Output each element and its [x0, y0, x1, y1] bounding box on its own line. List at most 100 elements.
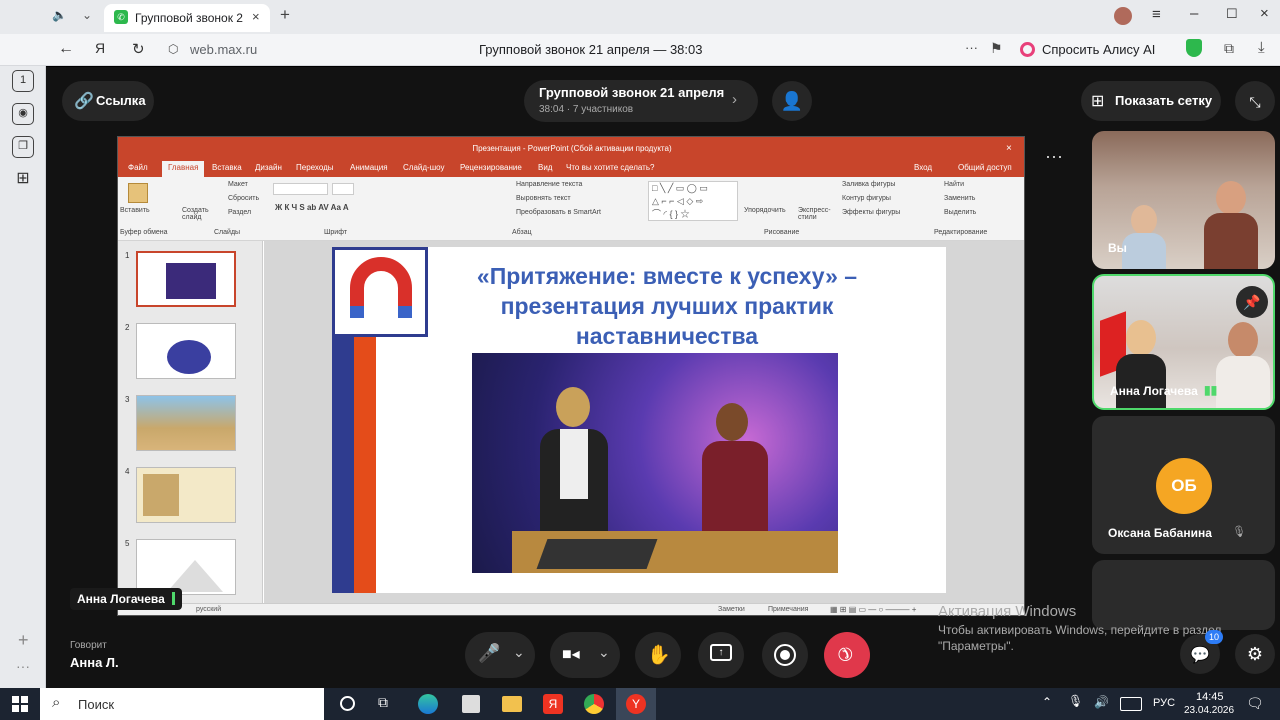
clock-date[interactable]: 23.04.2026 — [1184, 705, 1234, 716]
keyboard-icon[interactable] — [1120, 697, 1142, 711]
mic-control[interactable]: 🎤 ⌄ — [465, 632, 535, 678]
folder-icon[interactable] — [502, 696, 522, 712]
new-tab-icon[interactable]: + — [280, 5, 290, 25]
edge-icon[interactable] — [418, 694, 438, 714]
ppt-ribbon: Вставить Создать слайд Макет Сбросить Ра… — [118, 177, 1024, 241]
protect-icon[interactable] — [1186, 39, 1202, 57]
taskbar-search[interactable]: ⌕ Поиск — [40, 688, 324, 720]
yandex-browser-taskbar-button[interactable]: Y — [616, 688, 656, 720]
ppt-statusbar: русский Заметки Примечания ▦ ⊞ ▤ ▭ — ○ —… — [118, 603, 1024, 615]
group-paragraph: Абзац — [512, 229, 532, 236]
mic-muted-icon: 🎙 — [1232, 526, 1246, 538]
active-tab[interactable]: ✆ Групповой звонок 2 × — [104, 4, 270, 32]
show-grid-button[interactable]: ⊞ Показать сетку — [1081, 81, 1221, 121]
menu-icon[interactable]: ≡ — [1152, 6, 1161, 23]
link-label: Ссылка — [96, 93, 146, 108]
windows-start-icon[interactable] — [12, 696, 28, 712]
call-subtitle: 38:04 · 7 участников — [539, 104, 634, 115]
raise-hand-button[interactable]: ✋ — [635, 632, 681, 678]
create-slide-label: Создать слайд — [182, 207, 209, 221]
speaking-label: Говорит — [70, 640, 107, 651]
collapse-icon: ⤡ — [1249, 94, 1261, 110]
hand-icon: ✋ — [647, 645, 671, 666]
user-avatar-icon[interactable] — [1114, 7, 1132, 25]
slide-editor: «Притяжение: вместе к успеху» – презента… — [264, 241, 1024, 603]
view-icons: ▦ ⊞ ▤ ▭ — ○ ——— + — [830, 605, 917, 614]
clock-time[interactable]: 14:45 — [1196, 691, 1224, 703]
effects-label: Эффекты фигуры — [842, 209, 901, 216]
bookmark-icon[interactable]: ⚑ — [990, 40, 1003, 57]
slide-thumb-2 — [136, 323, 236, 379]
copy-icon[interactable]: ❐ — [12, 136, 34, 158]
sound-tab-icon[interactable]: 🔈 — [52, 8, 67, 22]
current-slide: «Притяжение: вместе к успеху» – презента… — [332, 247, 946, 593]
magnet-icon — [350, 257, 412, 318]
ppt-menu: Файл Главная Вставка Дизайн Переходы Ани… — [118, 161, 1024, 177]
ppt-login: Вход — [914, 163, 933, 172]
video-person — [1204, 181, 1258, 269]
paste-label: Вставить — [120, 207, 150, 214]
add-participant-button[interactable]: 👤 — [772, 81, 812, 121]
yandex-app-icon[interactable]: Я — [543, 694, 563, 714]
ppt-menu-insert: Вставка — [212, 163, 242, 172]
record-dot-icon — [780, 650, 790, 660]
link-button[interactable]: 🔗 Ссылка — [62, 81, 154, 121]
chevron-down-icon[interactable]: ⌄ — [513, 644, 525, 661]
record-button[interactable] — [762, 632, 808, 678]
maximize-icon[interactable]: ☐ — [1226, 6, 1238, 22]
volume-icon[interactable]: 🔊 — [1094, 695, 1109, 709]
apps-icon[interactable]: ⊞ — [12, 169, 34, 191]
replace-label: Заменить — [944, 195, 976, 202]
camera-control[interactable]: ■◂ ⌄ — [550, 632, 620, 678]
yandex-icon[interactable]: Я — [95, 40, 105, 56]
ppt-menu-tellme: Что вы хотите сделать? — [566, 163, 655, 172]
participant-tile-self[interactable]: Вы — [1092, 131, 1275, 269]
screen-menu-icon[interactable]: ··· — [1045, 146, 1063, 167]
participant-name: Оксана Бабанина — [1108, 526, 1212, 540]
back-icon[interactable]: ← — [58, 40, 74, 58]
language-indicator[interactable]: РУС — [1153, 697, 1175, 709]
ppt-close-icon: × — [1006, 143, 1012, 154]
url-text[interactable]: web.max.ru — [190, 42, 257, 57]
tabs-dropdown-icon[interactable]: ⌄ — [82, 8, 92, 22]
chrome-icon[interactable] — [584, 694, 604, 714]
participant-name: Анна Логачева — [1110, 384, 1198, 398]
search-icon: ⌕ — [52, 694, 61, 711]
pin-icon: 📌 — [1243, 294, 1261, 310]
fullscreen-button[interactable]: ⤡ — [1235, 81, 1275, 121]
tab-title: Групповой звонок 2 — [135, 11, 243, 25]
notifications-icon[interactable]: 🗨 — [1246, 695, 1264, 712]
ask-alice-button[interactable]: Спросить Алису AI — [1016, 38, 1156, 62]
tab-close-icon[interactable]: × — [252, 9, 260, 24]
reload-icon[interactable]: ↻ — [132, 40, 145, 58]
phone-icon: ✆ — [114, 10, 128, 24]
screen-share-button[interactable]: ↑ — [698, 632, 744, 678]
end-call-button[interactable]: ✆ — [824, 632, 870, 678]
ppt-menu-animation: Анимация — [350, 163, 388, 172]
slide-left-stripe-blue — [332, 335, 354, 593]
more-options-icon[interactable]: ··· — [965, 40, 978, 55]
thumb-number: 1 — [125, 251, 130, 260]
add-panel-icon[interactable]: + — [18, 630, 29, 651]
extensions-icon[interactable]: ⧉ — [1224, 40, 1234, 57]
tray-chevron-icon[interactable]: ⌃ — [1042, 695, 1052, 709]
shield-icon[interactable]: ⬡ — [168, 42, 178, 56]
task-view-icon[interactable]: ⧉ — [378, 694, 388, 711]
tray-mic-icon[interactable]: 🎙 — [1068, 694, 1083, 708]
more-icon[interactable]: ··· — [16, 658, 30, 674]
alice-icon — [1020, 42, 1035, 57]
download-icon[interactable]: ⤓ — [1258, 39, 1265, 56]
store-icon[interactable] — [462, 695, 480, 713]
chevron-down-icon[interactable]: ⌄ — [598, 644, 610, 661]
minimize-icon[interactable]: – — [1190, 5, 1198, 22]
close-window-icon[interactable]: × — [1260, 5, 1269, 22]
tab-number-icon[interactable]: 1 — [12, 70, 34, 92]
camera-icon[interactable]: ◉ — [12, 103, 34, 125]
pin-button[interactable]: 📌 — [1236, 286, 1268, 318]
participant-tile-oksana[interactable]: ОБ Оксана Бабанина 🎙 — [1092, 416, 1275, 554]
settings-button[interactable]: ⚙ — [1235, 634, 1275, 674]
call-info[interactable]: Групповой звонок 21 апреля 38:04 · 7 уча… — [524, 80, 758, 122]
cortana-icon[interactable] — [340, 696, 355, 711]
participant-tile-anna[interactable]: 📌 Анна Логачева ▮▮ — [1092, 274, 1275, 410]
slide-left-stripe-orange — [354, 335, 376, 593]
